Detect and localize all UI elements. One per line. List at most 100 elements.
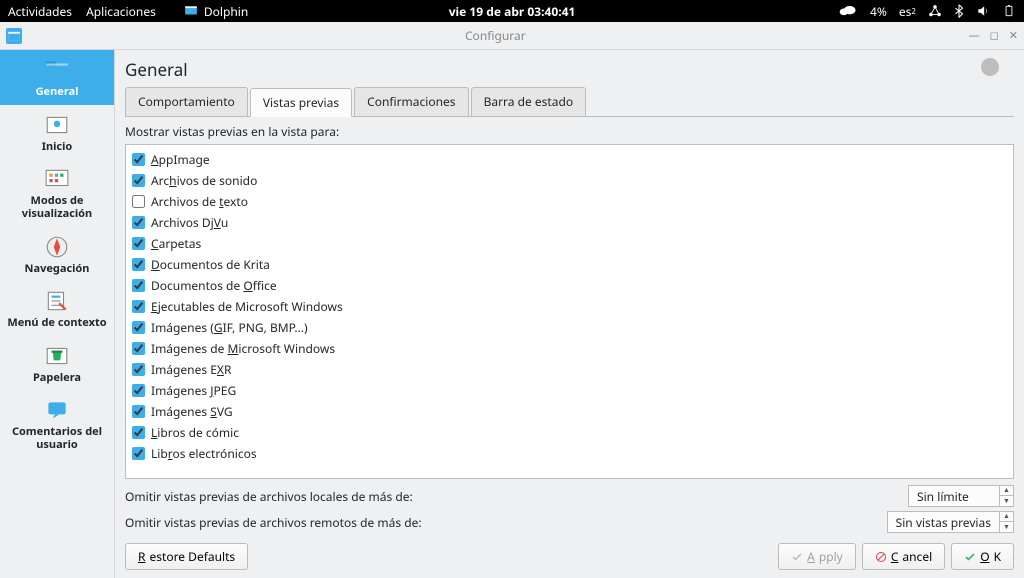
sidebar-item-general[interactable]: General [0, 50, 114, 105]
filetype-label: Imágenes JPEG [151, 382, 236, 399]
filetype-row[interactable]: Documentos de Office [132, 275, 1007, 296]
sidebar-item-label: Papelera [33, 372, 81, 385]
volume-icon[interactable] [976, 4, 990, 18]
filetype-row[interactable]: Documentos de Krita [132, 254, 1007, 275]
clock[interactable]: vie 19 de abr 03:40:41 [449, 3, 576, 20]
applications-button[interactable]: Aplicaciones [86, 3, 156, 20]
tab-statusbar[interactable]: Barra de estado [471, 87, 587, 116]
tab-previews[interactable]: Vistas previas [250, 88, 352, 117]
kbd-sub-label: 2 [911, 6, 916, 17]
sidebar-item-label: Modos de visualización [4, 195, 110, 220]
activities-button[interactable]: Actividades [8, 3, 72, 20]
filetype-row[interactable]: Imágenes (GIF, PNG, BMP...) [132, 317, 1007, 338]
sidebar-item-label: Inicio [42, 141, 73, 154]
sidebar-item-trash[interactable]: Papelera [0, 336, 114, 391]
previews-section-label: Mostrar vistas previas en la vista para: [125, 123, 1014, 140]
spin-up-icon[interactable]: ▲ [1000, 511, 1013, 522]
filetype-row[interactable]: Imágenes de Microsoft Windows [132, 338, 1007, 359]
sidebar-item-label: Comentarios del usuario [4, 426, 110, 451]
sidebar-item-feedback[interactable]: Comentarios del usuario [0, 390, 114, 457]
trash-icon [44, 343, 70, 369]
filetype-checkbox[interactable] [132, 384, 145, 397]
remote-limit-spinbox[interactable]: Sin vistas previas ▲▼ [887, 511, 1014, 533]
restore-defaults-button[interactable]: Restore Defaults [125, 543, 248, 570]
filetype-row[interactable]: Archivos de sonido [132, 170, 1007, 191]
spin-down-icon[interactable]: ▼ [1000, 522, 1013, 533]
filetype-checkbox[interactable] [132, 258, 145, 271]
local-limit-spinbox[interactable]: Sin límite ▲▼ [908, 485, 1014, 507]
folder-icon [44, 57, 70, 83]
bluetooth-icon[interactable] [954, 4, 964, 18]
filetype-checkbox[interactable] [132, 195, 145, 208]
filetype-checkbox[interactable] [132, 405, 145, 418]
spin-up-icon[interactable]: ▲ [1000, 485, 1013, 496]
tab-behavior[interactable]: Comportamiento [125, 87, 248, 116]
close-button[interactable]: ✕ [1009, 28, 1018, 43]
filetype-label: Libros de cómic [151, 424, 239, 441]
filetype-row[interactable]: Libros electrónicos [132, 443, 1007, 464]
filetype-label: AppImage [151, 151, 210, 168]
filetype-label: Imágenes de Microsoft Windows [151, 340, 335, 357]
network-icon[interactable] [928, 4, 942, 18]
filetype-row[interactable]: Libros de cómic [132, 422, 1007, 443]
power-icon[interactable] [1002, 4, 1016, 18]
filetype-label: Documentos de Office [151, 277, 277, 294]
minimize-button[interactable]: — [969, 28, 980, 43]
sidebar-item-contextmenu[interactable]: Menú de contexto [0, 281, 114, 336]
dolphin-window-icon [6, 28, 22, 44]
spin-down-icon[interactable]: ▼ [1000, 496, 1013, 507]
weather-icon[interactable] [838, 4, 858, 18]
viewmodes-icon [44, 166, 70, 192]
filetype-row[interactable]: Imágenes EXR [132, 359, 1007, 380]
filetype-row[interactable]: Ejecutables de Microsoft Windows [132, 296, 1007, 317]
filetype-row[interactable]: Carpetas [132, 233, 1007, 254]
filetype-checkbox[interactable] [132, 426, 145, 439]
sidebar-item-label: General [36, 86, 79, 99]
status-dot [981, 58, 999, 76]
tab-bar: Comportamiento Vistas previas Confirmaci… [125, 87, 1014, 117]
battery-pct-label: 4% [870, 3, 887, 20]
sidebar-item-startup[interactable]: Inicio [0, 105, 114, 160]
taskbar-app-label: Dolphin [204, 3, 248, 20]
filetype-label: Imágenes (GIF, PNG, BMP...) [151, 319, 308, 336]
cancel-button[interactable]: Cancel [862, 543, 945, 570]
local-limit-label: Omitir vistas previas de archivos locale… [125, 488, 908, 505]
filetype-checkbox[interactable] [132, 174, 145, 187]
filetype-checkbox[interactable] [132, 342, 145, 355]
filetype-checkbox[interactable] [132, 300, 145, 313]
filetype-checkbox[interactable] [132, 447, 145, 460]
keyboard-layout-indicator[interactable]: es2 [899, 3, 916, 20]
filetype-row[interactable]: Imágenes JPEG [132, 380, 1007, 401]
filetype-checkbox[interactable] [132, 237, 145, 250]
dolphin-panel-icon [184, 4, 198, 18]
filetype-checkbox[interactable] [132, 279, 145, 292]
filetype-row[interactable]: Archivos de texto [132, 191, 1007, 212]
filetype-checkbox[interactable] [132, 363, 145, 376]
battery-indicator[interactable]: 4% [870, 3, 887, 20]
maximize-button[interactable]: ◻ [990, 28, 999, 43]
tab-confirmations[interactable]: Confirmaciones [354, 87, 468, 116]
local-limit-value: Sin límite [909, 488, 999, 505]
kbd-layout-label: es [899, 3, 912, 20]
sidebar-item-navigation[interactable]: Navegación [0, 227, 114, 282]
filetype-label: Carpetas [151, 235, 201, 252]
filetype-checkbox[interactable] [132, 321, 145, 334]
filetype-checkbox[interactable] [132, 216, 145, 229]
ok-button[interactable]: OK [951, 543, 1014, 570]
filetype-label: Documentos de Krita [151, 256, 270, 273]
filetypes-list[interactable]: AppImage Archivos de sonidoArchivos de te… [125, 144, 1014, 479]
filetype-checkbox[interactable] [132, 153, 145, 166]
filetype-row[interactable]: AppImage [132, 149, 1007, 170]
filetype-label: Libros electrónicos [151, 445, 257, 462]
feedback-icon [44, 397, 70, 423]
sidebar-item-viewmodes[interactable]: Modos de visualización [0, 159, 114, 226]
check-icon [791, 551, 803, 563]
home-icon [44, 112, 70, 138]
filetype-row[interactable]: Archivos DjVu [132, 212, 1007, 233]
apply-button[interactable]: Apply [778, 543, 856, 570]
filetype-label: Imágenes SVG [151, 403, 233, 420]
window-title: Configurar [22, 27, 969, 44]
top-panel: Actividades Aplicaciones Dolphin vie 19 … [0, 0, 1024, 22]
taskbar-app[interactable]: Dolphin [184, 3, 248, 20]
filetype-row[interactable]: Imágenes SVG [132, 401, 1007, 422]
